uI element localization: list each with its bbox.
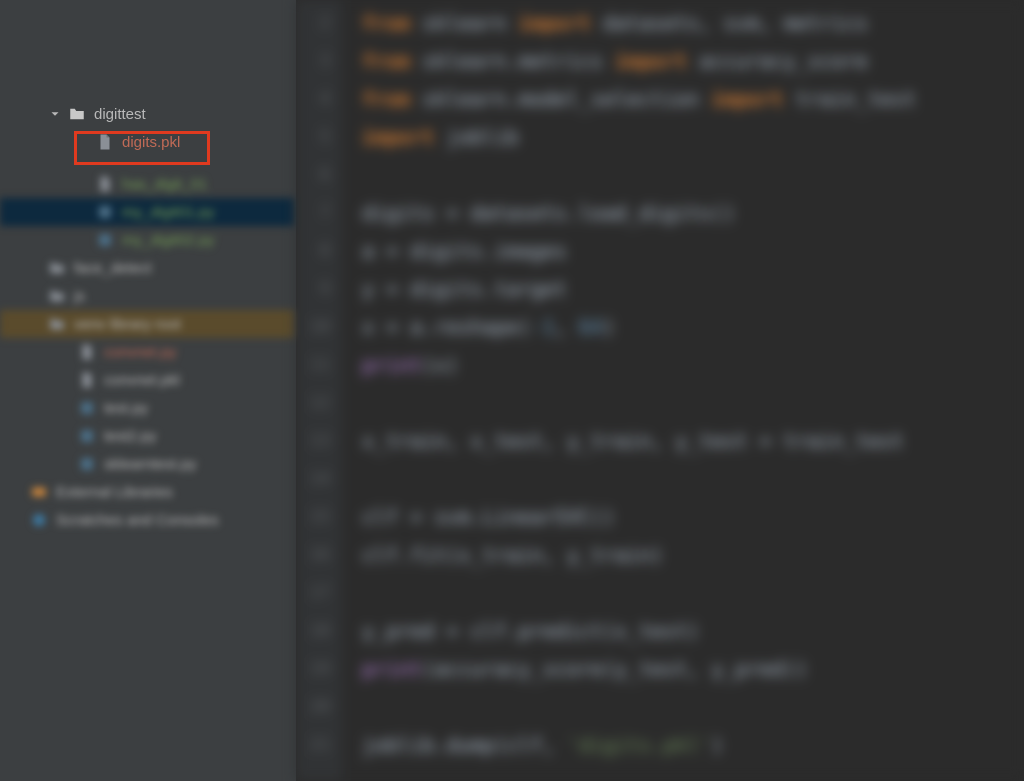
tree-label: has_digit_01: [122, 176, 207, 193]
tree-row[interactable]: External Libraries: [0, 478, 296, 506]
code-line[interactable]: from sklearn.metrics import accuracy_sco…: [362, 42, 1024, 80]
code-line[interactable]: [362, 688, 1024, 726]
tree-label: Scratches and Consoles: [56, 512, 219, 529]
code-line[interactable]: clf = svm.LinearSVC(): [362, 498, 1024, 536]
code-line[interactable]: [362, 156, 1024, 194]
code-line[interactable]: y_pred = clf.predict(x_test): [362, 612, 1024, 650]
code-line[interactable]: [362, 460, 1024, 498]
tree-row[interactable]: test2.py: [0, 422, 296, 450]
file-icon: [96, 133, 114, 151]
folder-icon: [48, 315, 66, 333]
tree-row[interactable]: my_digit02.py: [0, 226, 296, 254]
code-line[interactable]: [362, 384, 1024, 422]
tree-label: convnet.py: [104, 344, 177, 361]
py-icon: [78, 427, 96, 445]
tree-row[interactable]: convnet.py: [0, 338, 296, 366]
tree-row[interactable]: convnet.pkl: [0, 366, 296, 394]
tree-label: test2.py: [104, 428, 157, 445]
code-line[interactable]: print(accuracy_score(y_test, y_pred)): [362, 650, 1024, 688]
code-line[interactable]: a = digits.images: [362, 232, 1024, 270]
py-icon: [78, 399, 96, 417]
code-line[interactable]: y = digits.target: [362, 270, 1024, 308]
tree-label: External Libraries: [56, 484, 173, 501]
tree-label: venv library root: [74, 316, 181, 333]
tree-row[interactable]: sklearntest.py: [0, 450, 296, 478]
py-icon: [78, 455, 96, 473]
tree-label: convnet.pkl: [104, 372, 180, 389]
tree-row[interactable]: test.py: [0, 394, 296, 422]
line-gutter: 23456789101112131415161718192021: [296, 0, 342, 781]
code-area[interactable]: from sklearn import datasets, svm, metri…: [342, 0, 1024, 781]
py-icon: [96, 231, 114, 249]
tree-label: my_digit02.py: [122, 232, 215, 249]
tree-label: js: [74, 288, 85, 305]
file-icon: [96, 175, 114, 193]
tree-folder-digittest[interactable]: digittest: [0, 100, 296, 128]
tree-row[interactable]: my_digit01.py: [0, 198, 296, 226]
folder-icon: [68, 105, 86, 123]
scratch-icon: [30, 511, 48, 529]
tree-label: face_detect: [74, 260, 152, 277]
tree-row[interactable]: face_detect: [0, 254, 296, 282]
code-line[interactable]: print(x): [362, 346, 1024, 384]
file-icon: [78, 343, 96, 361]
project-tree[interactable]: has_digit_01 my_digit01.py my_digit02.pyfa…: [0, 0, 296, 781]
tree-label: sklearntest.py: [104, 456, 197, 473]
code-line[interactable]: from sklearn.model_selection import trai…: [362, 80, 1024, 118]
tree-row[interactable]: venv library root: [0, 310, 296, 338]
code-line[interactable]: [362, 574, 1024, 612]
lib-icon: [30, 483, 48, 501]
code-line[interactable]: x = a.reshape(-1, 64): [362, 308, 1024, 346]
folder-label: digittest: [94, 106, 146, 123]
folder-icon: [48, 287, 66, 305]
folder-icon: [48, 259, 66, 277]
py-icon: [96, 203, 114, 221]
tree-row[interactable]: Scratches and Consoles: [0, 506, 296, 534]
tree-row[interactable]: has_digit_01: [0, 170, 296, 198]
code-editor[interactable]: 23456789101112131415161718192021 from sk…: [296, 0, 1024, 781]
file-icon: [78, 371, 96, 389]
code-line[interactable]: import joblib: [362, 118, 1024, 156]
code-line[interactable]: joblib.dump(clf, 'digits.pkl'): [362, 726, 1024, 764]
tree-file-digits-pkl[interactable]: digits.pkl: [0, 128, 296, 156]
code-line[interactable]: from sklearn import datasets, svm, metri…: [362, 4, 1024, 42]
code-line[interactable]: clf.fit(x_train, y_train): [362, 536, 1024, 574]
tree-label: test.py: [104, 400, 148, 417]
chevron-down-icon: [48, 107, 62, 121]
tree-label: my_digit01.py: [122, 204, 215, 221]
file-label: digits.pkl: [122, 134, 180, 151]
code-line[interactable]: x_train, x_test, y_train, y_test = train…: [362, 422, 1024, 460]
tree-row[interactable]: js: [0, 282, 296, 310]
code-line[interactable]: digits = datasets.load_digits(): [362, 194, 1024, 232]
